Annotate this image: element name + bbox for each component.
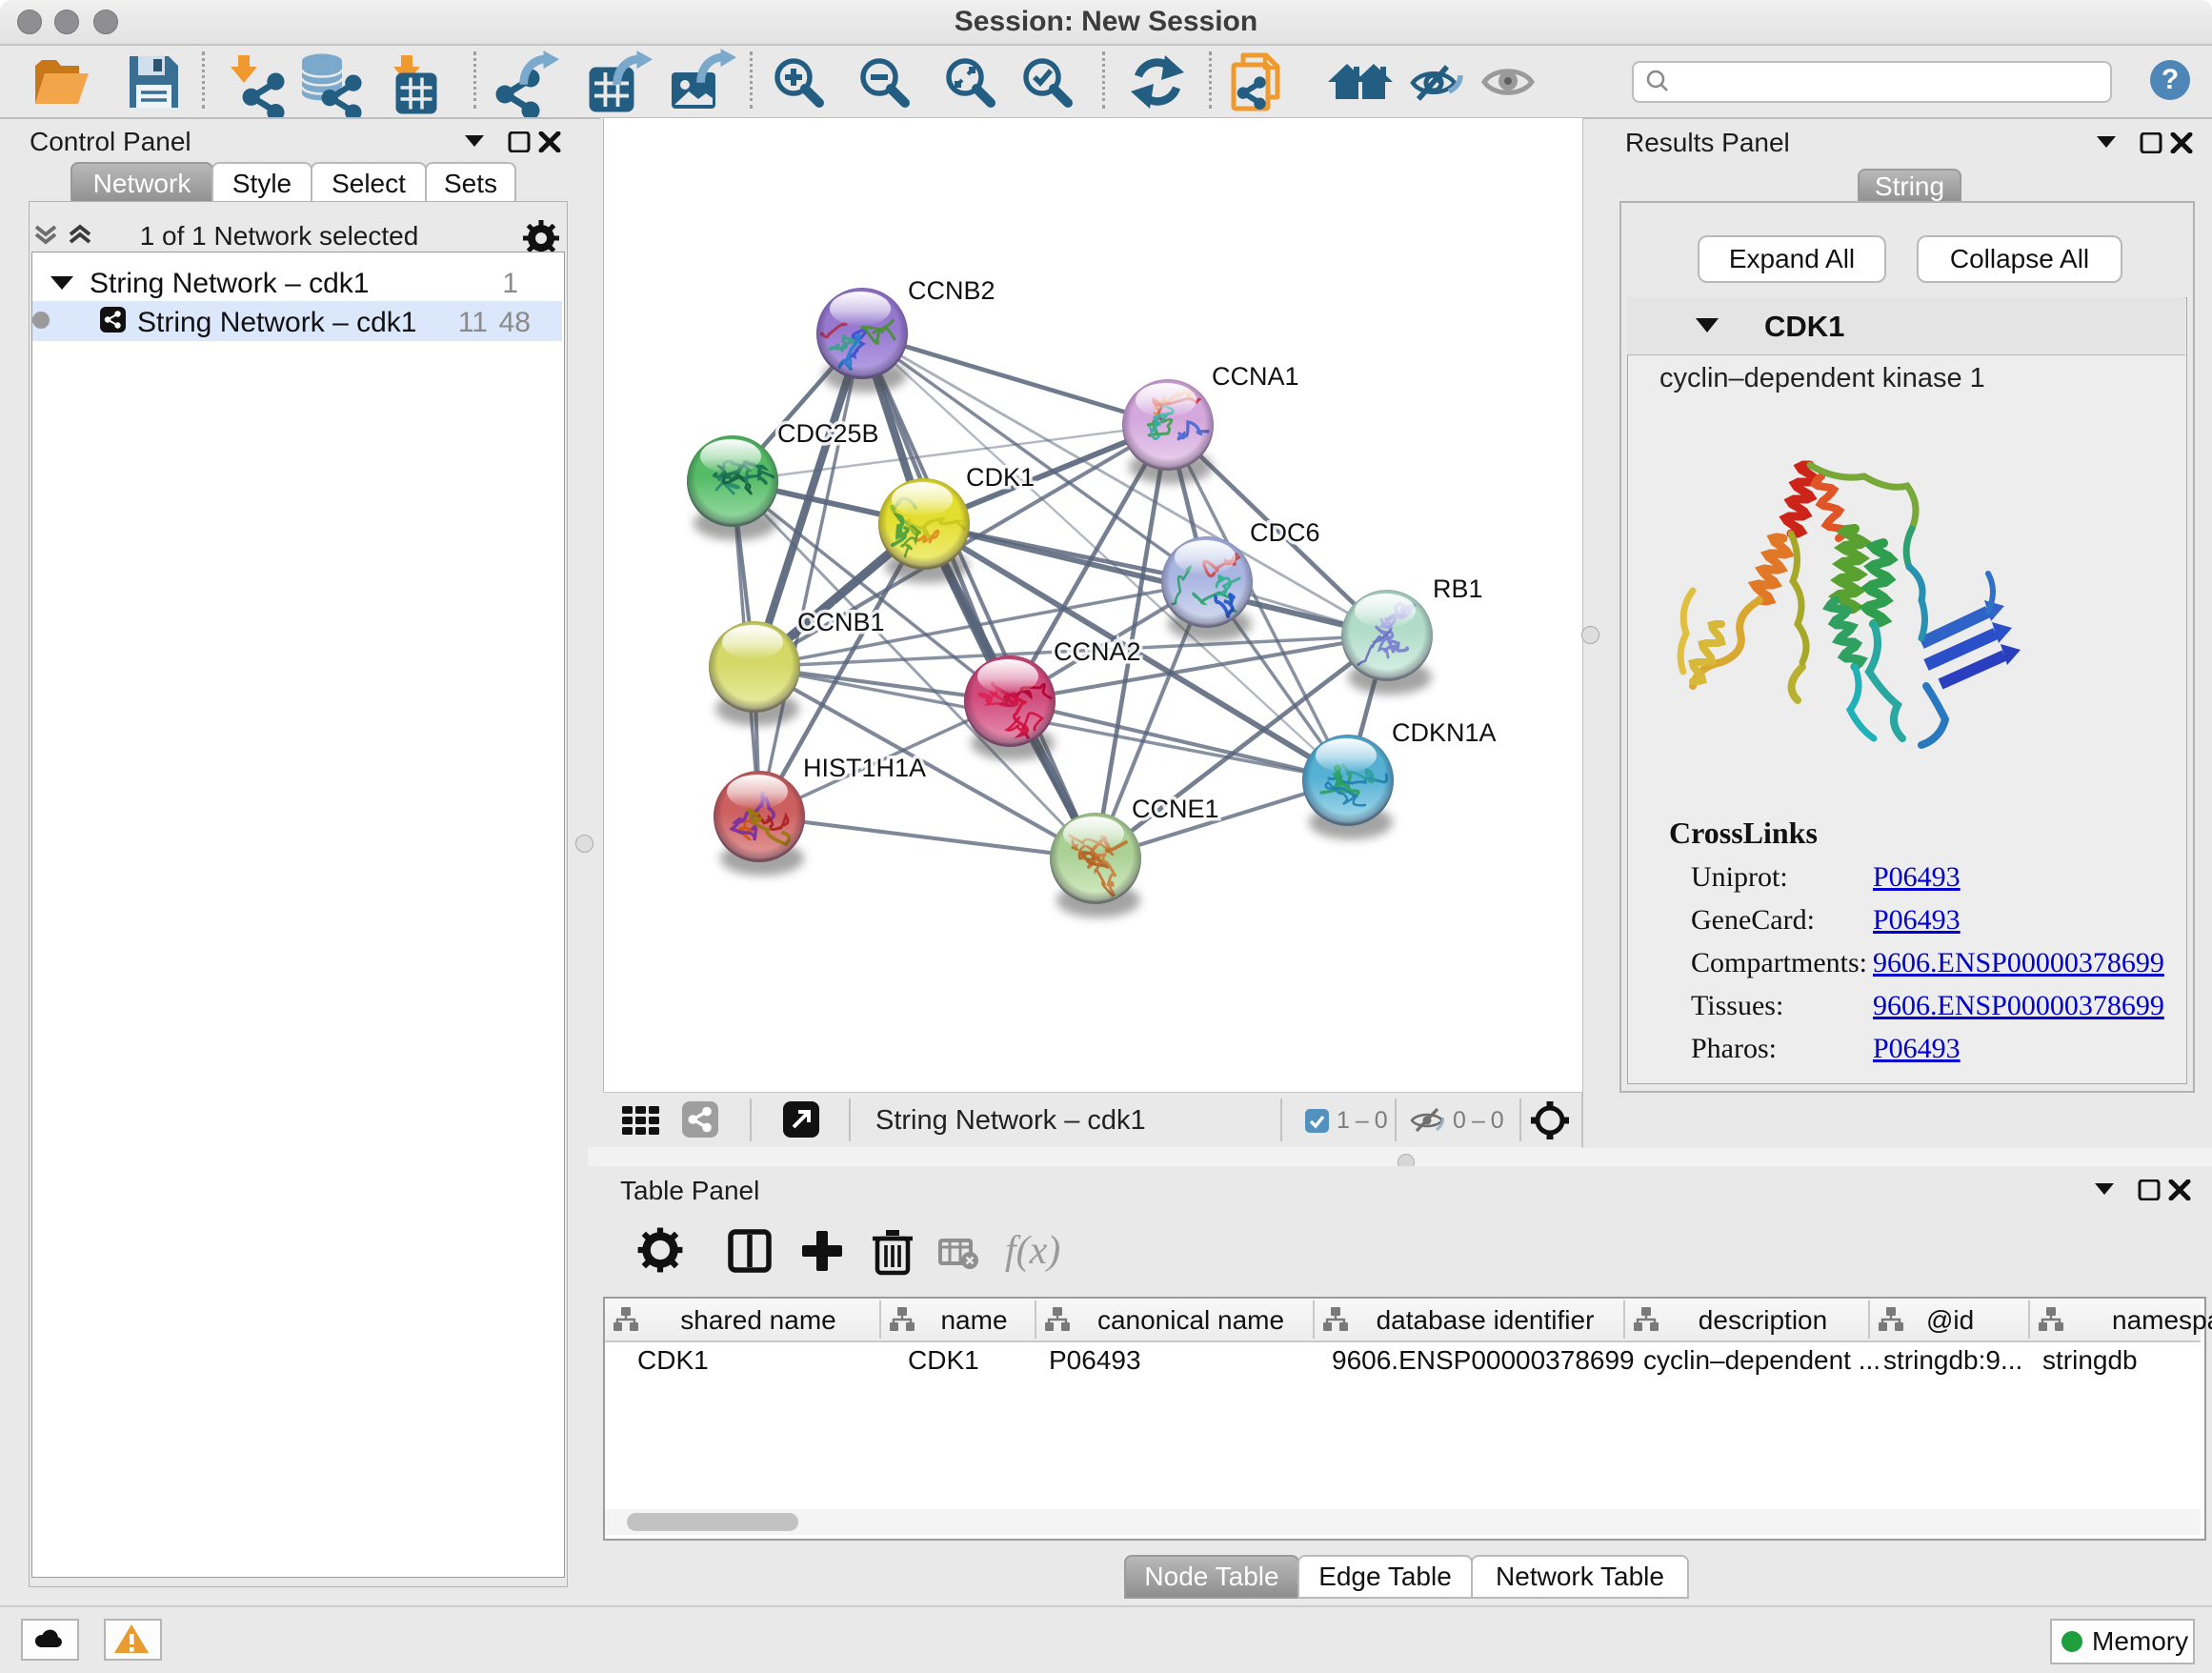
svg-text:CDKN1A: CDKN1A <box>1392 718 1497 747</box>
svg-text:CCNA1: CCNA1 <box>1212 362 1299 391</box>
svg-text:CDK1: CDK1 <box>966 463 1035 492</box>
svg-text:CCNB1: CCNB1 <box>797 608 885 636</box>
svg-text:CCNA2: CCNA2 <box>1054 637 1141 666</box>
svg-text:RB1: RB1 <box>1433 574 1483 603</box>
svg-text:HIST1H1A: HIST1H1A <box>803 754 926 782</box>
svg-text:CCNE1: CCNE1 <box>1132 795 1219 823</box>
svg-text:CDC6: CDC6 <box>1250 518 1320 547</box>
svg-text:f(x): f(x) <box>1005 1229 1060 1273</box>
svg-text:CCNB2: CCNB2 <box>908 276 995 305</box>
svg-text:CDC25B: CDC25B <box>777 419 879 448</box>
